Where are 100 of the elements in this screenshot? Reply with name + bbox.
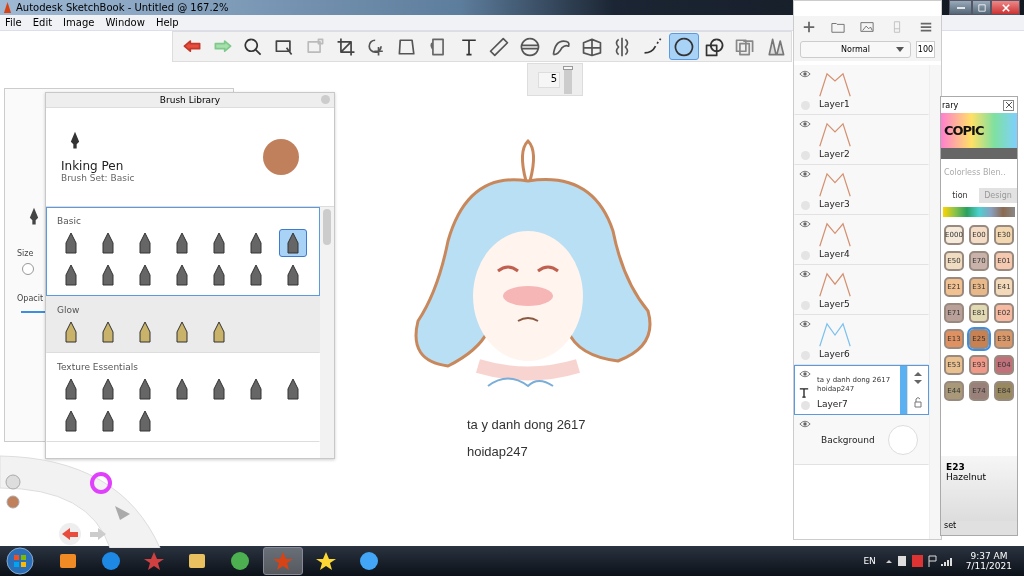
eye-icon[interactable] xyxy=(799,220,811,228)
star-app-icon xyxy=(315,550,337,572)
caret-icon xyxy=(896,47,904,52)
eye-icon[interactable] xyxy=(799,370,811,378)
canvas-text: ta y danh dong 2617 xyxy=(467,417,587,432)
minimize-icon xyxy=(956,6,965,9)
brush-icon xyxy=(64,410,78,432)
close-button[interactable] xyxy=(991,0,1020,15)
brush-icon xyxy=(249,378,263,400)
size-slider-thumb[interactable] xyxy=(22,263,34,275)
image-icon[interactable] xyxy=(860,20,875,34)
brush-icon xyxy=(286,264,300,286)
eye-icon[interactable] xyxy=(799,170,811,178)
color-swatch[interactable] xyxy=(263,139,299,175)
background-color-swatch[interactable] xyxy=(888,425,918,455)
layer-name: Layer5 xyxy=(819,299,851,309)
brush-set[interactable]: Glow xyxy=(46,296,320,353)
lock-icon[interactable] xyxy=(913,396,923,408)
canvas-text: hoidap247 xyxy=(467,444,529,459)
brush-icon xyxy=(286,378,300,400)
brush-name: Inking Pen xyxy=(61,159,125,173)
layer-name: Layer6 xyxy=(819,349,851,359)
add-layer-icon[interactable] xyxy=(801,20,816,34)
brush-icon xyxy=(249,264,263,286)
layer-row[interactable]: Layer4 xyxy=(794,215,929,265)
brush-icon xyxy=(249,232,263,254)
layer-row[interactable]: Background xyxy=(794,415,929,465)
menu-item[interactable]: Help xyxy=(155,17,179,28)
eye-icon[interactable] xyxy=(799,420,811,428)
hue-strip[interactable] xyxy=(943,207,1015,217)
panel-title: Brush Library xyxy=(159,95,221,105)
panel-title: rary xyxy=(942,100,959,110)
layer-name: Layer1 xyxy=(819,99,851,109)
layer-radio[interactable] xyxy=(800,401,810,410)
folder-icon[interactable] xyxy=(831,20,846,34)
layer-thumbnail-drawing xyxy=(819,321,851,349)
menu-item[interactable]: Image xyxy=(63,17,95,28)
layer-row[interactable]: Layer1 xyxy=(794,65,929,115)
brush-icon xyxy=(64,378,78,400)
eye-icon[interactable] xyxy=(799,270,811,278)
brush-icon xyxy=(101,232,115,254)
brush-icon xyxy=(101,410,115,432)
layer-thumbnail-drawing xyxy=(819,71,851,99)
layer-thumbnail-drawing xyxy=(819,121,851,149)
scrollbar-track[interactable] xyxy=(929,65,941,539)
brush-set-label: Brush Set: Basic xyxy=(61,173,135,183)
layer-row[interactable]: Layer6 xyxy=(794,315,929,365)
menu-item[interactable]: Window xyxy=(105,17,145,28)
opacity-label: Opacit xyxy=(17,294,44,303)
color-set-footer[interactable]: set xyxy=(941,521,1017,535)
layer-name: Background xyxy=(821,435,876,445)
blend-mode-dropdown[interactable]: Normal xyxy=(800,41,911,58)
brush-button[interactable] xyxy=(279,229,307,257)
size-label: Size xyxy=(17,249,34,258)
eye-icon[interactable] xyxy=(799,70,811,78)
maximize-button[interactable] xyxy=(972,0,991,15)
brush-icon xyxy=(138,321,152,343)
brush-icon xyxy=(101,378,115,400)
brush-set-name: Glow xyxy=(57,305,81,315)
color-set-name: Colorless Blen.. xyxy=(943,167,1007,179)
opacity-field[interactable]: 100 xyxy=(916,41,935,58)
brush-icon xyxy=(64,232,78,254)
brush-icon xyxy=(175,378,189,400)
app-icon xyxy=(3,2,12,13)
layer-name: Layer2 xyxy=(819,149,851,159)
window-title: Autodesk SketchBook - Untitled @ 167.2% xyxy=(16,2,229,13)
text-layer-icon xyxy=(799,388,809,398)
size-slider-thumb[interactable] xyxy=(563,66,573,71)
language-indicator[interactable]: EN xyxy=(863,556,876,566)
brush-icon xyxy=(138,232,152,254)
layer-row[interactable]: Layer2 xyxy=(794,115,929,165)
close-button[interactable] xyxy=(1003,99,1014,111)
layer-thumbnail-drawing xyxy=(819,171,851,199)
layer-name: Layer4 xyxy=(819,249,851,259)
layer-row[interactable]: Layer3 xyxy=(794,165,929,215)
layer-thumbnail-drawing xyxy=(819,221,851,249)
brush-set[interactable]: Texture Essentials xyxy=(46,353,320,442)
brush-set[interactable]: Basic xyxy=(46,207,320,296)
brush-icon xyxy=(64,264,78,286)
menu-item[interactable]: File xyxy=(5,17,22,28)
reorder-icon[interactable] xyxy=(913,372,923,384)
start-button[interactable] xyxy=(5,546,35,576)
size-field[interactable]: 5 xyxy=(538,71,560,88)
brush-icon xyxy=(212,321,226,343)
brush-icon xyxy=(212,264,226,286)
menu-item[interactable]: Edit xyxy=(32,17,53,28)
eye-icon[interactable] xyxy=(799,120,811,128)
scrollbar-thumb[interactable] xyxy=(323,209,331,245)
size-slider[interactable] xyxy=(564,65,572,94)
minimize-button[interactable] xyxy=(949,0,972,15)
menu-icon[interactable] xyxy=(919,20,934,34)
brush-icon xyxy=(138,410,152,432)
close-icon xyxy=(1001,3,1010,12)
clock-date: 7/11/2021 xyxy=(965,561,1012,571)
steady-tool-button[interactable] xyxy=(669,33,699,60)
maximize-icon xyxy=(977,3,986,12)
eye-icon[interactable] xyxy=(799,320,811,328)
layer-row[interactable]: Layer5 xyxy=(794,265,929,315)
brush-icon xyxy=(101,264,115,286)
brush-icon xyxy=(138,264,152,286)
